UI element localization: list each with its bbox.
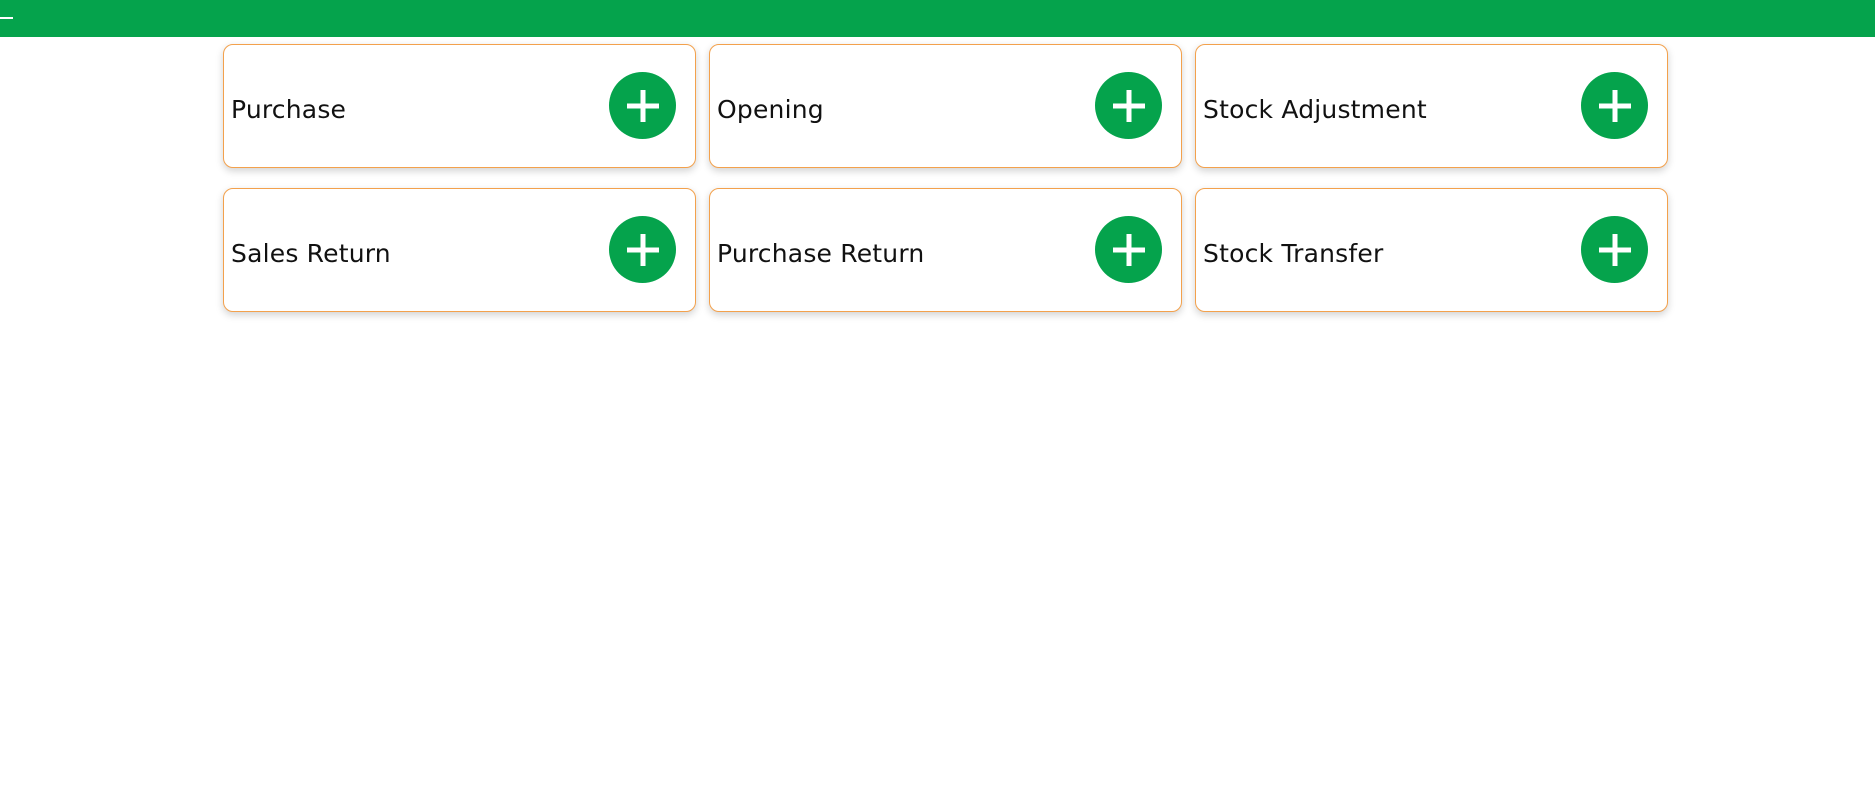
card-label: Purchase [231, 95, 347, 124]
add-purchase-return-button[interactable] [1095, 216, 1162, 283]
add-sales-return-button[interactable] [609, 216, 676, 283]
card-stock-adjustment[interactable]: Stock Adjustment [1195, 44, 1668, 168]
card-label: Sales Return [231, 239, 391, 268]
plus-icon [1598, 89, 1631, 122]
card-label: Stock Adjustment [1203, 95, 1427, 124]
add-purchase-button[interactable] [609, 72, 676, 139]
top-bar [0, 0, 1875, 37]
card-opening[interactable]: Opening [709, 44, 1182, 168]
plus-icon [1598, 233, 1631, 266]
add-stock-adjustment-button[interactable] [1581, 72, 1648, 139]
card-stock-transfer[interactable]: Stock Transfer [1195, 188, 1668, 312]
add-opening-button[interactable] [1095, 72, 1162, 139]
card-label: Opening [717, 95, 824, 124]
card-label: Stock Transfer [1203, 239, 1384, 268]
plus-icon [1112, 89, 1145, 122]
card-label: Purchase Return [717, 239, 925, 268]
card-purchase[interactable]: Purchase [223, 44, 696, 168]
stock-entry-grid: Purchase Opening Stock Adjustment Sales … [223, 44, 1668, 312]
menu-toggle-icon[interactable] [0, 17, 13, 19]
plus-icon [626, 89, 659, 122]
plus-icon [1112, 233, 1145, 266]
card-purchase-return[interactable]: Purchase Return [709, 188, 1182, 312]
plus-icon [626, 233, 659, 266]
card-sales-return[interactable]: Sales Return [223, 188, 696, 312]
add-stock-transfer-button[interactable] [1581, 216, 1648, 283]
